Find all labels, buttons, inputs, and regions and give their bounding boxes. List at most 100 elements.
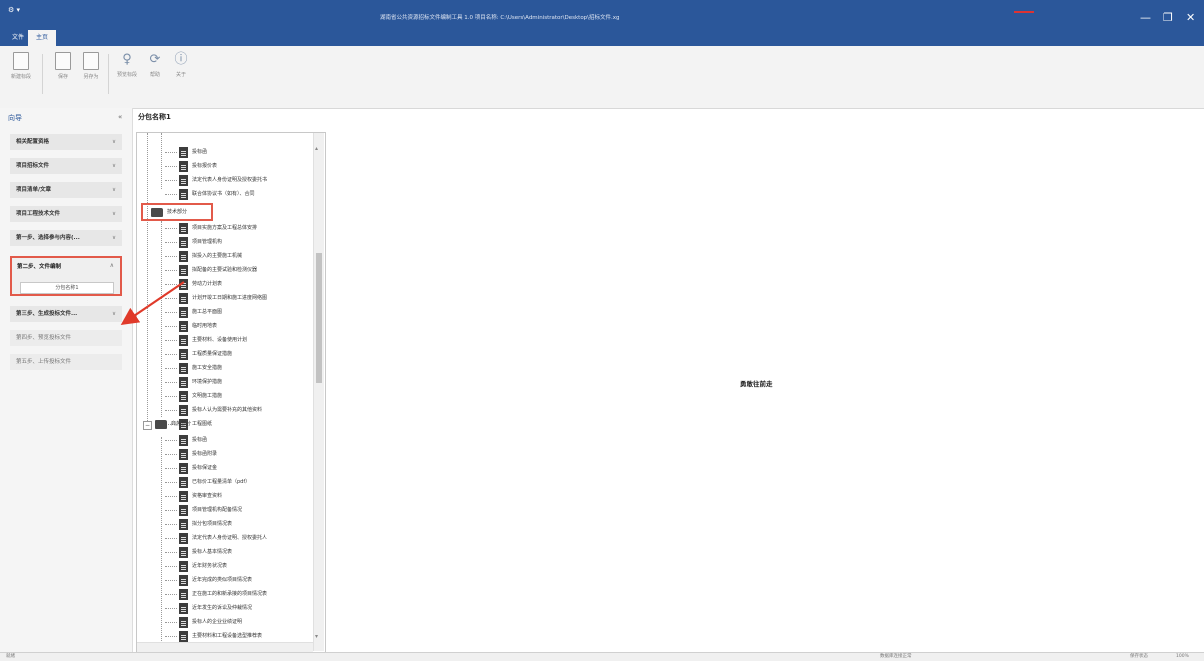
tree-connector (165, 256, 177, 257)
tree-item[interactable]: 投标人基本情况表 (165, 545, 232, 560)
tree-item[interactable]: 联合体协议书（如有）、合同 (165, 187, 255, 202)
restore-icon[interactable]: ❐ (1163, 11, 1173, 25)
document-icon (179, 189, 188, 200)
collapse-toggle-icon[interactable]: − (143, 421, 152, 430)
save-button[interactable]: 保存 (48, 52, 78, 80)
nav-item-step5[interactable]: 第五步、上传投标文件 (10, 354, 122, 370)
tree-connector (165, 510, 177, 511)
nav-item-step1[interactable]: 第一步、选择参与内容(... ∨ (10, 230, 122, 246)
nav-item-step4[interactable]: 第四步、预览投标文件 (10, 330, 122, 346)
tree-connector (165, 194, 177, 195)
document-icon (179, 631, 188, 642)
tree-item[interactable]: 文明施工措施 (165, 389, 222, 404)
tree-item[interactable]: 主要材料、设备使用计划 (165, 333, 247, 348)
tree-item[interactable]: 近年完成的类似项目情况表 (165, 573, 253, 588)
tree-item[interactable]: 投标函 (165, 145, 207, 160)
tree-scrollbar[interactable]: ▴ ▾ (313, 133, 324, 651)
tree-connector (165, 410, 177, 411)
document-icon (179, 561, 188, 572)
tree-item[interactable]: 项目实施方案及工程总体安排 (165, 221, 258, 236)
tree-item[interactable]: 近年发生的诉讼及仲裁情况 (165, 601, 253, 616)
tree-item[interactable]: 计划开竣工日期和施工进度网络图 (165, 291, 267, 306)
tree-item-label: 近年发生的诉讼及仲裁情况 (192, 605, 253, 611)
tree-guide-line (147, 133, 148, 427)
tree-item[interactable]: 法定代表人身份证明及授权委托书 (165, 173, 267, 188)
tree-item[interactable]: 项目管理机构配备情况 (165, 503, 243, 518)
about-button[interactable]: ⓘ 关于 (166, 52, 196, 78)
tree-item[interactable]: 投标人的企业业绩证明 (165, 615, 242, 630)
tree-connector (165, 440, 177, 441)
tree-item[interactable]: 正在施工的和新承接的项目情况表 (165, 587, 267, 602)
tree-group-technical[interactable]: 技术部分 (151, 205, 187, 220)
document-icon (179, 335, 188, 346)
tree-connector (165, 354, 177, 355)
nav-item-tender-docs[interactable]: 项目招标文件 ∨ (10, 158, 122, 174)
tree-connector (165, 368, 177, 369)
tree-guide-line (161, 437, 162, 643)
collapse-icon[interactable]: « (118, 113, 122, 121)
tree-connector (165, 312, 177, 313)
tree-item[interactable]: 法定代表人身份证明、授权委托人 (165, 531, 267, 546)
save-icon (55, 52, 71, 70)
tree-item[interactable]: 拟分包项目情况表 (165, 517, 232, 532)
document-icon (179, 405, 188, 416)
tree-item[interactable]: 投标报价表 (165, 159, 217, 174)
tree-item[interactable]: 已标价工程量清单（pdf） (165, 475, 250, 490)
tree-horizontal-scrollbar[interactable] (137, 642, 313, 652)
tree-item[interactable]: 资格审查资料 (165, 489, 223, 504)
tree-item-label: 近年完成的类似项目情况表 (192, 577, 253, 583)
tree-item[interactable]: 施工安全措施 (165, 361, 222, 376)
document-icon (179, 265, 188, 276)
tree-connector (165, 594, 177, 595)
preview-button[interactable]: ♀ 预览标段 (112, 52, 142, 78)
tree-item-label: 投标函 (192, 437, 208, 443)
scroll-down-icon[interactable]: ▾ (315, 633, 318, 640)
tree-item[interactable]: 劳动力计划表 (165, 277, 222, 292)
scroll-up-icon[interactable]: ▴ (315, 145, 318, 152)
tree-item[interactable]: 项目管理机构 (165, 235, 222, 250)
save-as-button[interactable]: 另存为 (76, 52, 106, 80)
tree-connector (165, 326, 177, 327)
folder-icon (155, 420, 167, 429)
tree-item[interactable]: 投标函 (165, 433, 208, 448)
tree-item[interactable]: 近年财务状况表 (165, 559, 227, 574)
menu-tab-home[interactable]: 主页 (28, 30, 57, 46)
tree-item[interactable]: 工程质量保证措施 (165, 347, 232, 362)
minimize-icon[interactable]: — (1140, 11, 1151, 25)
nav-item-tech-docs[interactable]: 项目工程技术文件 ∨ (10, 206, 122, 222)
tree-item[interactable]: 施工总平面图 (165, 305, 222, 320)
tree-item[interactable]: 拟配备的主要试验和检测仪器 (165, 263, 257, 278)
tree-item[interactable]: 环境保护措施 (165, 375, 222, 390)
nav-item-step2-expanded[interactable]: 第二步、文件编制 ∧ 分包名称1 (10, 256, 122, 296)
new-section-button[interactable]: 新建标段 (6, 52, 36, 80)
tree-item[interactable]: 投标人认为需要补充的其他资料 (165, 403, 262, 418)
tree-item[interactable]: 投标保证金 (165, 461, 217, 476)
nav-item-config[interactable]: 相关配置资格 ∨ (10, 134, 122, 150)
tree-connector (165, 180, 177, 181)
tree-item-label: 资格审查资料 (192, 493, 223, 499)
tree-connector (165, 270, 177, 271)
tree-group-commercial[interactable]: 商务部分 (155, 417, 191, 432)
tree-connector (165, 284, 177, 285)
document-icon (179, 349, 188, 360)
close-icon[interactable]: ✕ (1186, 11, 1195, 25)
tree-item[interactable]: 拟投入的主要施工机械 (165, 249, 242, 264)
tree-connector (165, 242, 177, 243)
app-icon[interactable]: ⚙ ▾ (8, 6, 20, 14)
tree-connector (165, 454, 177, 455)
package-title: 分包名称1 (138, 113, 171, 121)
tree-item-label: 工程图纸 (192, 421, 213, 427)
nav-item-step3[interactable]: 第三步、生成投标文件... ∨ (10, 306, 122, 322)
document-icon (179, 519, 188, 530)
tree-connector (165, 382, 177, 383)
document-icon (179, 175, 188, 186)
nav-subitem-package[interactable]: 分包名称1 (20, 282, 114, 294)
document-icon (179, 575, 188, 586)
scrollbar-thumb[interactable] (316, 253, 322, 383)
nav-item-bill[interactable]: 项目清单/文章 ∨ (10, 182, 122, 198)
tree-item-label: 项目实施方案及工程总体安排 (192, 225, 258, 231)
tree-item[interactable]: 临时用地表 (165, 319, 217, 334)
tree-connector (165, 608, 177, 609)
tree-item-label: 项目管理机构配备情况 (192, 507, 243, 513)
tree-item[interactable]: 投标函附录 (165, 447, 217, 462)
